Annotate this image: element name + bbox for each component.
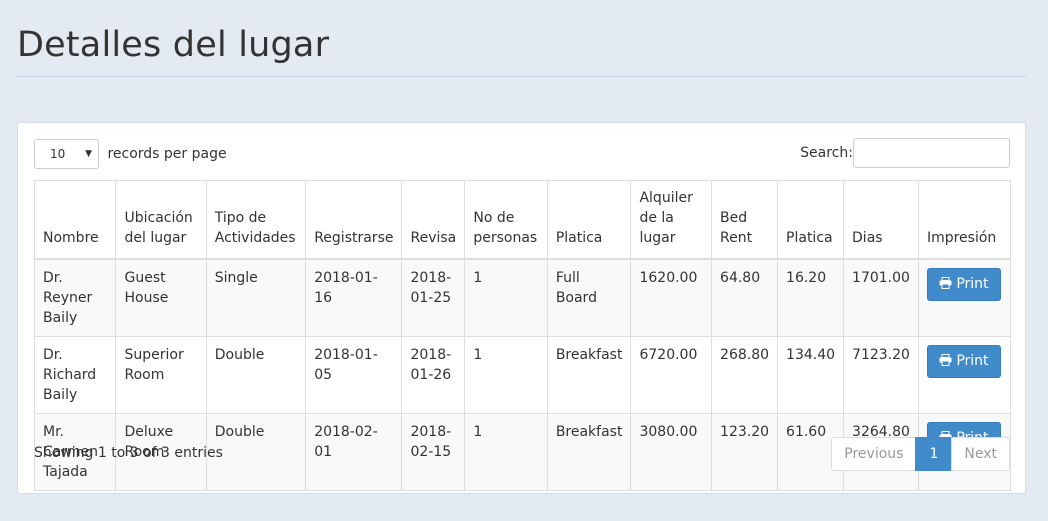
table-cell: Superior Room [115,336,207,414]
records-per-page-select[interactable]: 10 ▼ [34,139,99,169]
table-cell: Print [917,258,1012,337]
column-header[interactable]: Platica [777,180,845,260]
column-header[interactable]: Revisa [401,180,466,260]
table-cell: Dr. Reyner Baily [33,258,117,337]
table-info: Showing 1 to 3 of 3 entries [34,445,223,461]
table-cell: Dr. Richard Baily [33,336,117,414]
print-button[interactable]: Print [926,268,1001,301]
table-cell: 2018-02-01 [305,413,403,491]
table-cell: 268.80 [711,336,779,414]
column-header[interactable]: Ubicación del lugar [115,180,207,260]
previous-button[interactable]: Previous [831,437,917,471]
column-header[interactable]: Registrarse [305,180,403,260]
search-input[interactable] [853,138,1010,168]
table-cell: Print [917,336,1012,414]
column-header[interactable]: Platica [546,180,632,260]
table-cell: 6720.00 [630,336,713,414]
records-per-page: 10 ▼ records per page [34,139,227,169]
page-1-button[interactable]: 1 [915,437,953,471]
table-cell: 7123.20 [843,336,919,414]
table-cell: 134.40 [777,336,845,414]
column-header[interactable]: Dias [843,180,919,260]
table-cell: 1 [464,413,548,491]
column-header[interactable]: Impresión [917,180,1012,260]
table-cell: Breakfast [546,336,632,414]
table-cell: 2018-01-16 [305,258,403,337]
table-cell: 64.80 [711,258,779,337]
records-per-page-value: 10 [50,147,66,161]
search: Search: [800,138,1010,168]
records-per-page-label: records per page [107,146,227,162]
table-cell: 2018-01-25 [401,258,466,337]
table-cell: 1 [464,336,548,414]
table-cell: 1 [464,258,548,337]
table-cell: 2018-02-15 [401,413,466,491]
table-row: Dr. Richard Baily Superior Room Double 2… [33,336,1012,414]
column-header[interactable]: Alquiler de la lugar [630,180,713,260]
table-cell: Double [205,336,307,414]
table-cell: 2018-01-26 [401,336,466,414]
pagination: Previous 1 Next [831,437,1010,471]
print-label: Print [956,276,989,292]
print-icon [939,354,952,366]
table-panel: 10 ▼ records per page Search: Nombre Ubi… [17,122,1026,494]
table-cell: 1620.00 [630,258,713,337]
table-cell: 1701.00 [843,258,919,337]
chevron-down-icon: ▼ [85,149,92,159]
table-cell: Full Board [546,258,632,337]
table-row: Dr. Reyner Baily Guest House Single 2018… [33,258,1012,337]
table-cell: 2018-01-05 [305,336,403,414]
page-title: Detalles del lugar [17,25,330,65]
column-header[interactable]: Bed Rent [711,180,779,260]
table-cell: 16.20 [777,258,845,337]
print-button[interactable]: Print [926,345,1001,378]
table-cell: Breakfast [546,413,632,491]
search-label: Search: [800,145,853,161]
table-cell: 3080.00 [630,413,713,491]
print-icon [939,277,952,289]
next-button[interactable]: Next [951,437,1010,471]
table-cell: Guest House [115,258,207,337]
column-header[interactable]: Nombre [33,180,117,260]
column-header[interactable]: No de personas [464,180,548,260]
table-header-row: Nombre Ubicación del lugar Tipo de Activ… [33,180,1012,260]
print-label: Print [956,353,989,369]
table-cell: Single [205,258,307,337]
table-cell: 123.20 [711,413,779,491]
page-header: Detalles del lugar [17,0,1026,77]
column-header[interactable]: Tipo de Actividades [205,180,307,260]
